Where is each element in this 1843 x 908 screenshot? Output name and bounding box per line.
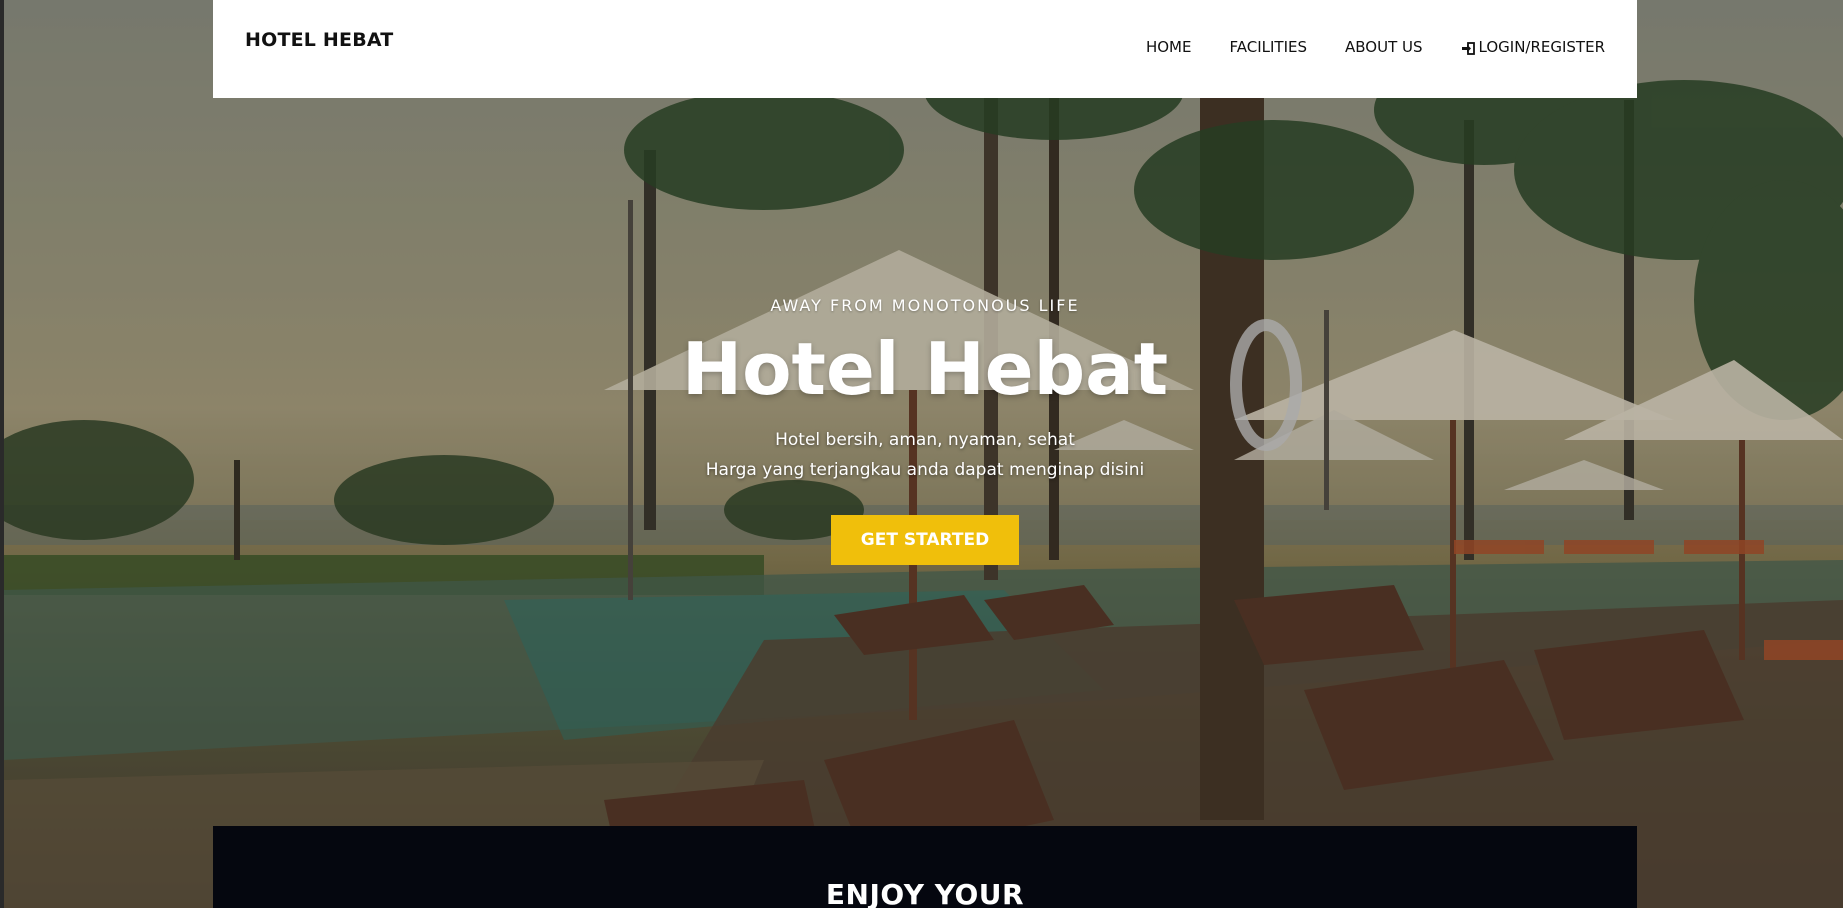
nav-menu: HOME FACILITIES ABOUT US LOGIN/REGISTER [1146,38,1605,56]
enjoy-section: ENJOY YOUR [213,826,1637,908]
cta-wrapper: GET STARTED [213,515,1637,565]
hero-tagline: AWAY FROM MONOTONOUS LIFE [770,296,1080,315]
nav-home-link[interactable]: HOME [1146,38,1192,56]
nav-login-link[interactable]: LOGIN/REGISTER [1461,38,1605,56]
nav-about-link[interactable]: ABOUT US [1345,38,1423,56]
hero-subtitle-line-1: Hotel bersih, aman, nyaman, sehat [775,430,1075,450]
hero-subtitle: Hotel bersih, aman, nyaman, sehat Harga … [213,425,1637,485]
nav-facilities-link[interactable]: FACILITIES [1229,38,1307,56]
nav-login-label: LOGIN/REGISTER [1478,38,1605,56]
page: HOTEL HEBAT HOME FACILITIES ABOUT US LOG… [0,0,1843,908]
hero-content: AWAY FROM MONOTONOUS LIFE Hotel Hebat Ho… [213,290,1637,565]
hero-subtitle-line-2: Harga yang terjangkau anda dapat mengina… [705,460,1145,480]
enjoy-section-heading: ENJOY YOUR [825,878,1025,908]
top-navbar: HOTEL HEBAT HOME FACILITIES ABOUT US LOG… [213,0,1637,98]
sign-in-icon [1461,41,1475,55]
brand-logo[interactable]: HOTEL HEBAT [245,29,393,51]
get-started-button[interactable]: GET STARTED [831,515,1019,565]
hero-title: Hotel Hebat [681,327,1169,411]
